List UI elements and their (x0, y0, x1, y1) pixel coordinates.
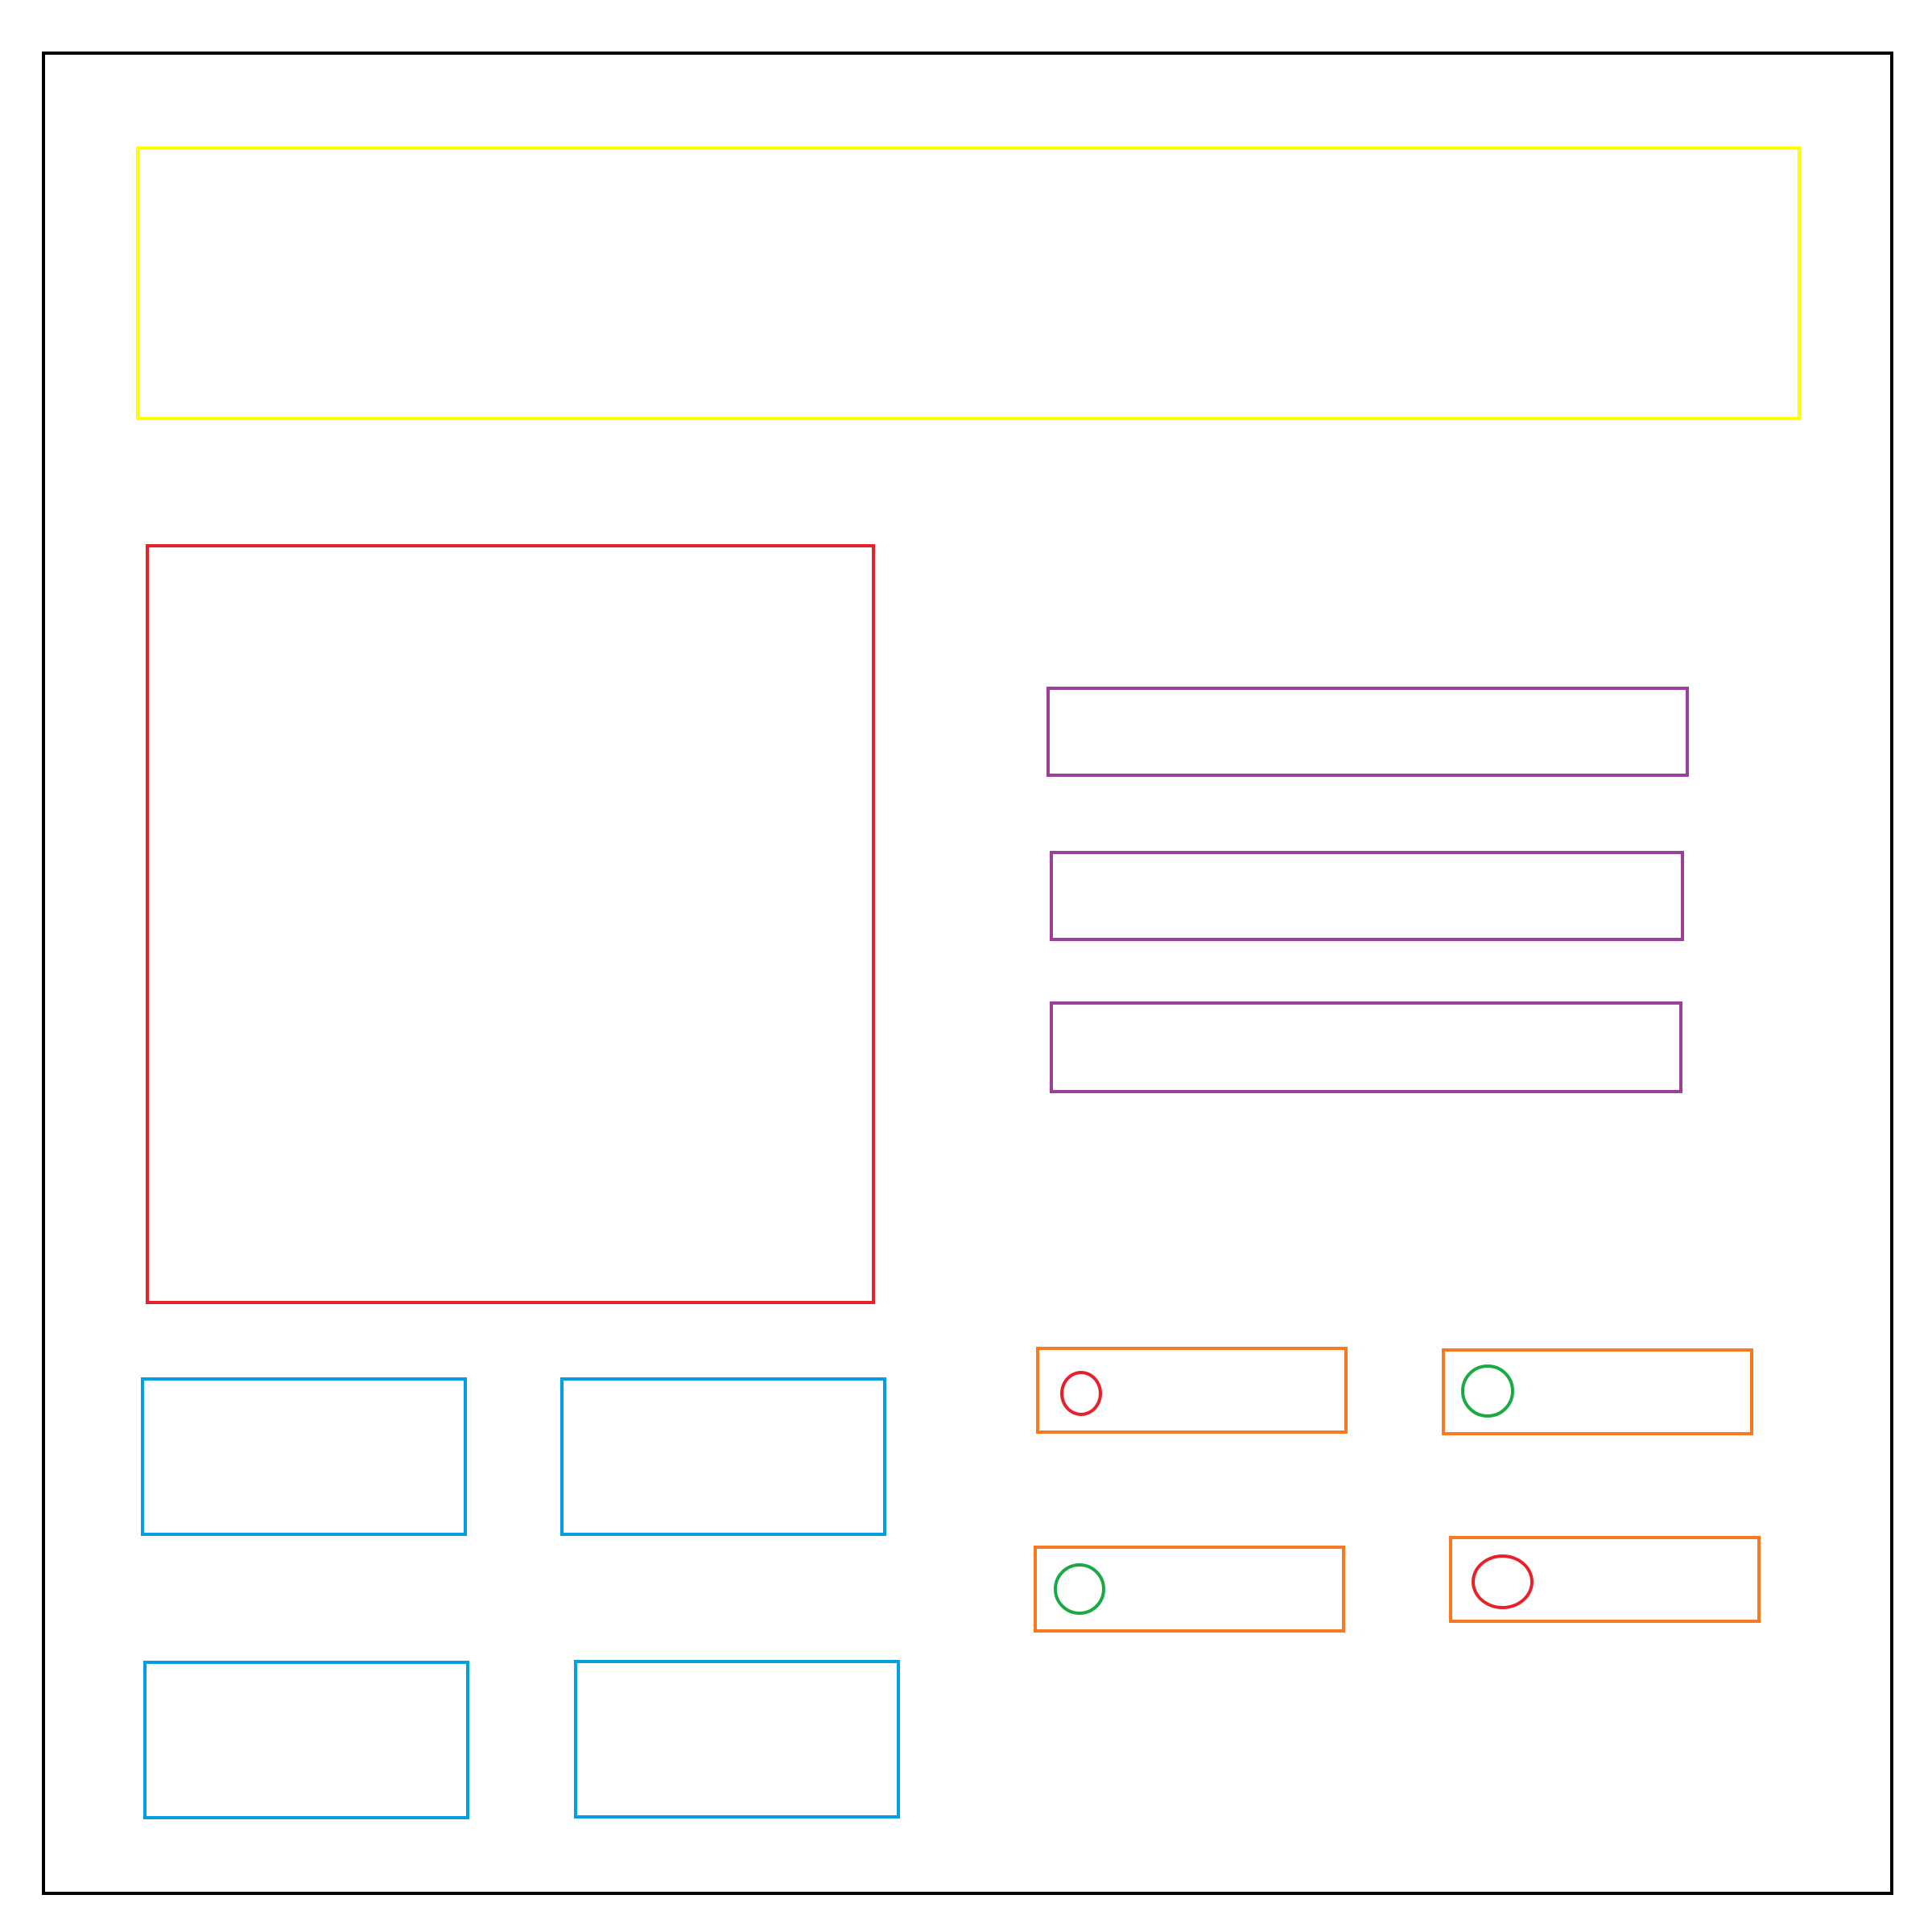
text-field[interactable] (1050, 1001, 1682, 1093)
text-field[interactable] (1046, 687, 1689, 777)
main-content-panel (146, 544, 875, 1304)
status-indicator-icon (1054, 1563, 1105, 1615)
tile[interactable] (560, 1377, 886, 1536)
status-indicator-icon (1472, 1554, 1534, 1609)
tile[interactable] (143, 1661, 469, 1819)
tile[interactable] (574, 1660, 900, 1818)
status-indicator-icon (1461, 1364, 1514, 1418)
text-field[interactable] (1050, 851, 1684, 941)
header-banner (136, 147, 1801, 420)
status-indicator-icon (1060, 1371, 1102, 1416)
tile[interactable] (141, 1377, 467, 1536)
